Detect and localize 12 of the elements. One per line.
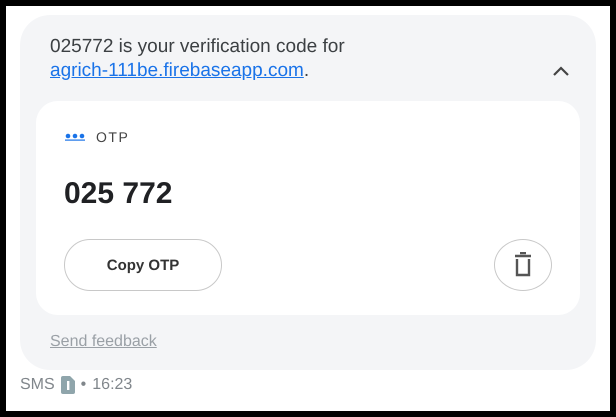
otp-label: OTP xyxy=(96,129,130,145)
collapse-icon[interactable] xyxy=(552,65,570,77)
trash-icon xyxy=(513,252,533,278)
send-feedback-link[interactable]: Send feedback xyxy=(50,333,157,351)
message-text: 025772 is your verification code for agrich-111be.firebaseapp.com. xyxy=(50,35,346,83)
separator-dot: • xyxy=(80,376,86,394)
time-label: 16:23 xyxy=(92,376,132,394)
sim-card-icon xyxy=(60,376,75,394)
source-label: SMS xyxy=(20,376,55,394)
copy-otp-button[interactable]: Copy OTP xyxy=(64,239,222,291)
otp-code: 025 772 xyxy=(64,177,174,211)
domain-link[interactable]: agrich-111be.firebaseapp.com xyxy=(50,60,304,81)
